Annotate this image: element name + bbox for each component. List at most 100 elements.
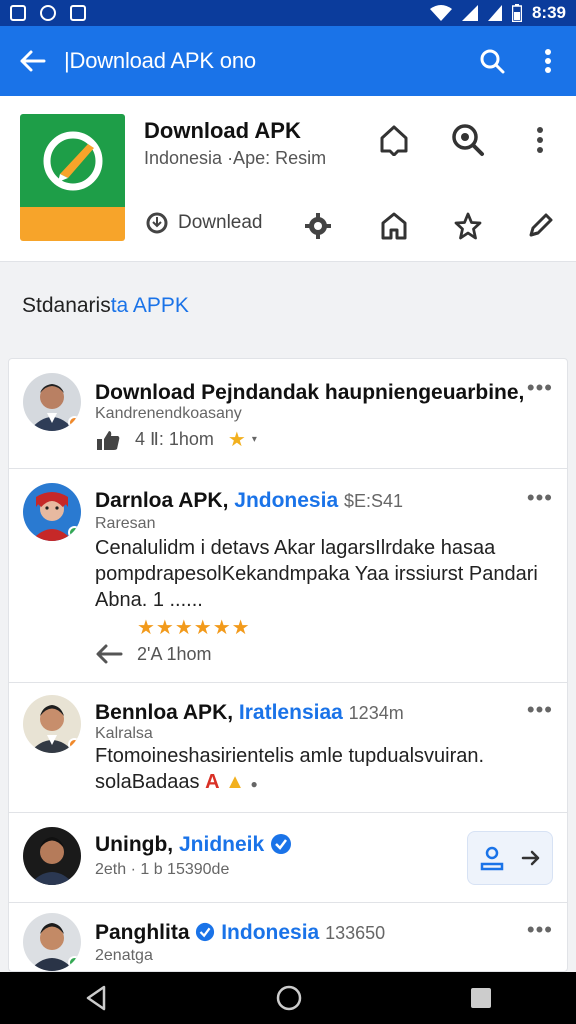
list-item[interactable]: Uningb, Jnidneik 2eth · 1 b 15390de	[9, 813, 567, 903]
settings-button[interactable]	[300, 208, 336, 244]
avatar[interactable]	[23, 483, 81, 541]
warning-icon: ▲	[225, 771, 245, 793]
zoom-search-icon	[452, 124, 484, 156]
post-timestamp: 4 Ⅱ: 1hom	[135, 429, 214, 449]
post-author-location[interactable]: Indonesia	[221, 921, 319, 944]
star-outline-icon	[454, 212, 482, 240]
favorite-button[interactable]	[450, 208, 486, 244]
signal-icon	[461, 5, 478, 21]
back-button[interactable]	[0, 26, 64, 96]
post-meta: 1234m	[348, 703, 404, 723]
library-button[interactable]	[376, 208, 412, 244]
thumbs-up-icon[interactable]	[95, 429, 121, 451]
status-badge	[68, 956, 81, 969]
status-badge	[68, 738, 81, 751]
signal-icon-2	[487, 5, 502, 21]
post-more-button[interactable]: •••	[527, 375, 553, 401]
wifi-icon	[429, 5, 452, 21]
rating-stars: ★★★★★★	[137, 617, 251, 639]
overflow-menu-button[interactable]	[520, 26, 576, 96]
avatar[interactable]	[23, 695, 81, 753]
app-bar-title: |Download APK ono	[64, 48, 256, 73]
avatar[interactable]	[23, 373, 81, 431]
post-author: Darnloa APK, Jndonesia $E:S41	[95, 489, 403, 513]
post-body: Cenalulidm i detavs Akar lagarsIlrdake h…	[95, 537, 538, 611]
inspect-button[interactable]	[450, 122, 486, 158]
search-icon	[480, 49, 505, 74]
post-author: Bennloa APK, Iratlensiaa 1234m	[95, 701, 404, 725]
post-author-location[interactable]: Jndonesia	[234, 489, 338, 512]
post-meta: $E:S41	[343, 491, 404, 511]
app-name: Download APK	[144, 118, 301, 143]
post-list: Download Pejndandak haupniengeuarbine, K…	[8, 358, 568, 972]
avatar[interactable]	[23, 913, 81, 971]
reply-arrow-icon[interactable]	[95, 643, 123, 665]
arrow-back-icon	[20, 50, 46, 72]
section-title-main: Stdanaris	[22, 294, 111, 317]
post-author-name: Panghlita	[95, 921, 190, 944]
download-circle-icon	[146, 212, 168, 234]
nav-back-icon[interactable]	[84, 985, 108, 1011]
arrow-right-icon	[521, 850, 540, 866]
home-outline-icon	[381, 212, 407, 240]
home-button[interactable]	[376, 122, 412, 158]
system-nav-bar	[0, 972, 576, 1024]
post-more-button[interactable]: •••	[527, 485, 553, 511]
post-meta: 133650	[325, 923, 386, 943]
battery-icon	[511, 4, 522, 22]
status-bar: 8:39	[0, 0, 576, 26]
app-bar: |Download APK ono	[0, 26, 576, 96]
section-title-accent: ta APPK	[110, 294, 189, 317]
nav-home-icon[interactable]	[275, 984, 303, 1012]
post-author: Uningb, Jnidneik	[95, 833, 292, 857]
post-author-name: Uningb,	[95, 833, 174, 856]
header-more-button[interactable]	[522, 122, 558, 158]
settings-notification-icon	[40, 5, 56, 21]
section-title: Stdanarista APPK	[22, 294, 189, 318]
search-button[interactable]	[464, 26, 520, 96]
status-badge	[68, 416, 81, 429]
small-dot-icon: ●	[250, 777, 258, 791]
post-more-button[interactable]: •••	[527, 697, 553, 723]
pen-icon	[529, 213, 553, 237]
follow-button[interactable]	[467, 831, 553, 885]
post-author: Panghlita Indonesia 133650	[95, 921, 385, 945]
post-author-location[interactable]: Iratlensiaa	[239, 701, 343, 724]
star-icon: ★	[227, 429, 246, 451]
post-subtitle: 2enatga	[95, 947, 153, 964]
gear-icon	[305, 213, 331, 239]
app-header-card: Download APK Indonesia ·Ape: Resim Downl…	[0, 96, 576, 262]
list-item[interactable]: Panghlita Indonesia 133650 2enatga •••	[9, 903, 567, 971]
post-timestamp: 2'A 1hom	[137, 643, 212, 664]
download-button[interactable]: Downlead	[146, 212, 263, 234]
post-subtitle: Kandrenendkoasany	[95, 405, 242, 422]
list-item[interactable]: Download Pejndandak haupniengeuarbine, K…	[9, 359, 567, 469]
app-subtitle: Indonesia ·Ape: Resim	[144, 148, 327, 168]
post-author-name: Bennloa APK,	[95, 701, 234, 724]
app-icon[interactable]	[20, 114, 125, 241]
more-vert-icon	[537, 127, 543, 153]
avatar[interactable]	[23, 827, 81, 885]
post-body-text: Ftomoineshasirientelis amle tupdualsvuir…	[95, 745, 485, 793]
notification-icon	[70, 5, 86, 21]
post-author-name: Darnloa APK,	[95, 489, 229, 512]
post-more-button[interactable]: •••	[527, 917, 553, 943]
post-subtitle: Kalralsa	[95, 725, 153, 742]
verified-icon	[196, 922, 215, 942]
post-subtitle: 2eth · 1 b 15390de	[95, 861, 230, 878]
verified-icon	[271, 834, 292, 854]
home-icon	[380, 125, 408, 156]
edit-button[interactable]	[522, 208, 558, 244]
list-item[interactable]: Darnloa APK, Jndonesia $E:S41 Raresan ••…	[9, 469, 567, 683]
chevron-down-icon[interactable]: ▾	[252, 434, 257, 445]
post-actions: 4 Ⅱ: 1hom ★ ▾	[95, 427, 257, 452]
list-item[interactable]: Bennloa APK, Iratlensiaa 1234m Kalralsa …	[9, 683, 567, 813]
post-author: Download Pejndandak haupniengeuarbine,	[95, 381, 525, 404]
post-author-location[interactable]: Jnidneik	[179, 833, 264, 856]
clock: 8:39	[531, 3, 566, 22]
more-vert-icon	[545, 49, 551, 73]
nav-recents-icon[interactable]	[470, 987, 492, 1009]
person-icon	[480, 846, 504, 871]
status-badge	[68, 526, 81, 539]
post-subtitle: Raresan	[95, 515, 156, 532]
